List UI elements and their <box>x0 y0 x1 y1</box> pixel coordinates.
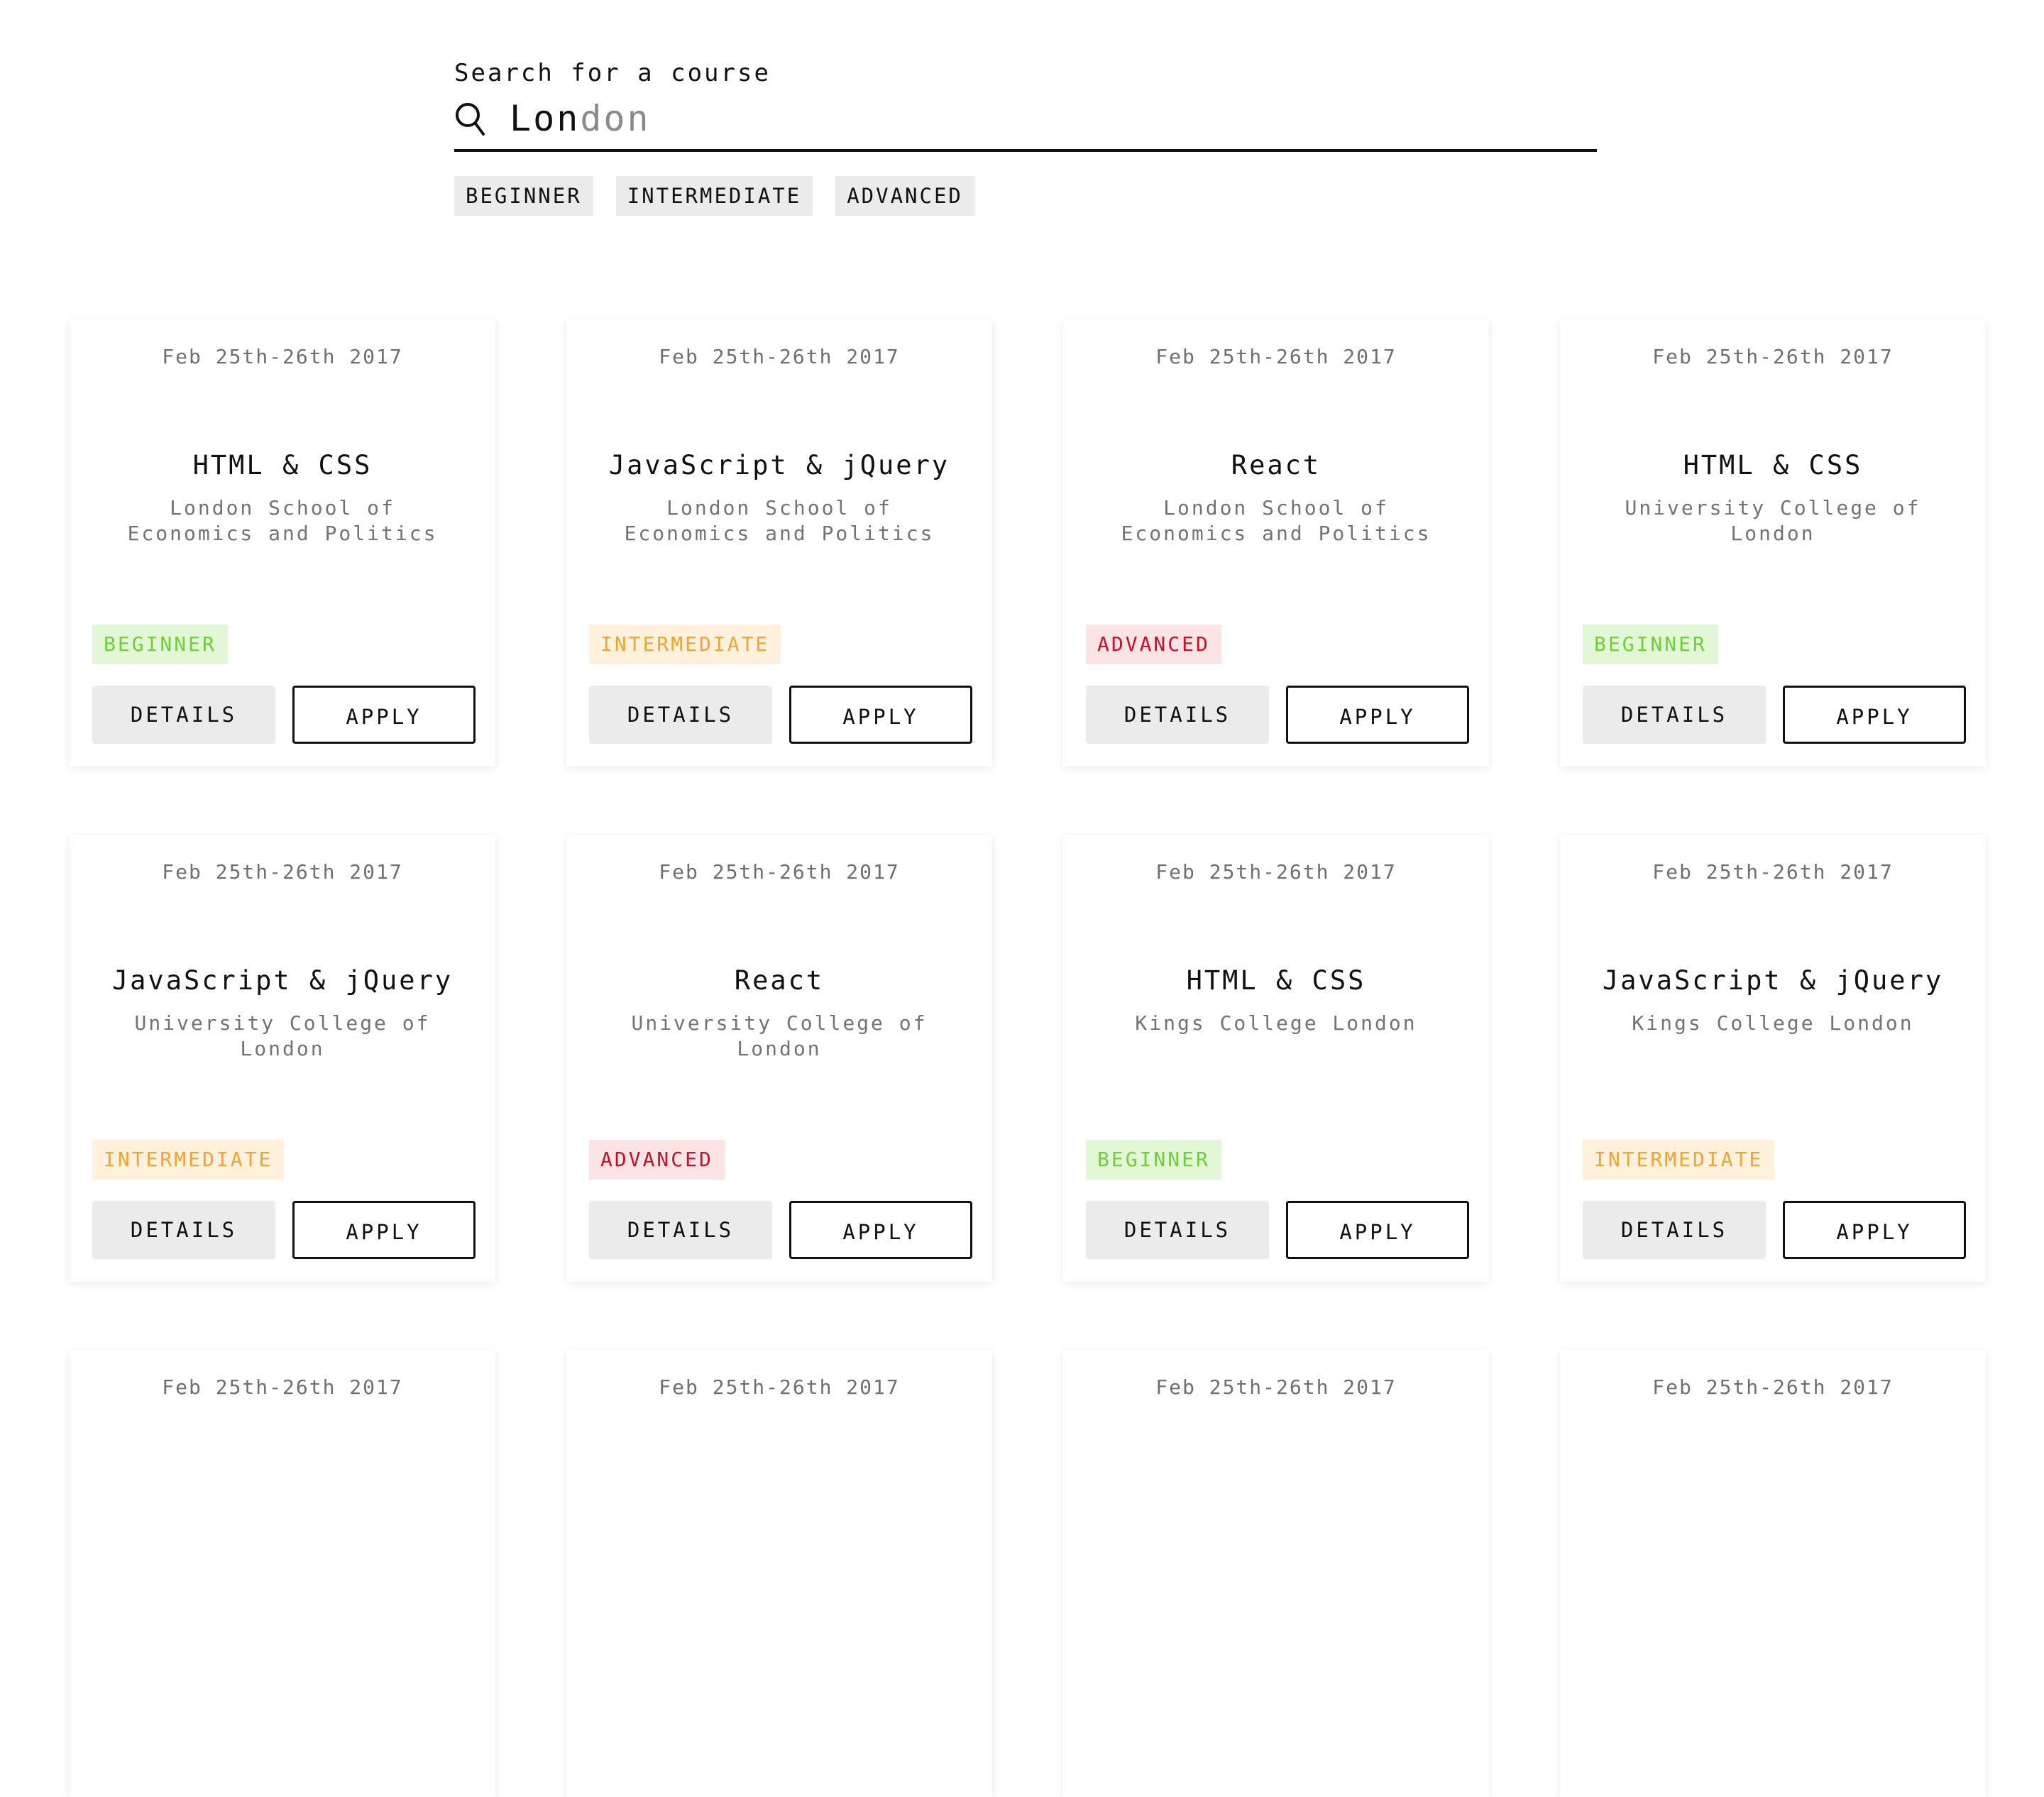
course-grid: Feb 25th-26th 2017 HTML & CSS London Schoo… <box>70 319 1986 1797</box>
course-school: University College of London <box>631 1011 928 1060</box>
course-card: Feb 25th-26th 2017 <box>70 1350 495 1797</box>
search-typed-text: Lon <box>510 98 581 139</box>
apply-button[interactable]: APPLY <box>292 1201 476 1259</box>
apply-button[interactable]: APPLY <box>789 686 972 744</box>
level-filters: BEGINNER INTERMEDIATE ADVANCED <box>454 176 1597 216</box>
course-card: Feb 25th-26th 2017 HTML & CSS London Schoo… <box>70 319 495 766</box>
level-badge: ADVANCED <box>589 1140 725 1180</box>
search-autocomplete-suggestion: don <box>580 98 651 139</box>
course-title: React <box>1231 450 1322 480</box>
details-button[interactable]: DETAILS <box>589 686 772 744</box>
course-search: Search for a course London BEGINNER INTE… <box>454 55 1597 216</box>
course-date: Feb 25th-26th 2017 <box>1155 860 1397 884</box>
course-title: React <box>734 965 825 996</box>
apply-button[interactable]: APPLY <box>789 1201 972 1259</box>
course-date: Feb 25th-26th 2017 <box>1652 345 1894 368</box>
details-button[interactable]: DETAILS <box>1086 1201 1269 1259</box>
filter-intermediate[interactable]: INTERMEDIATE <box>615 176 813 216</box>
apply-button[interactable]: APPLY <box>1286 1201 1469 1259</box>
course-title: HTML & CSS <box>1186 965 1366 996</box>
course-school: Kings College London <box>1632 1011 1914 1035</box>
course-card: Feb 25th-26th 2017 <box>1063 1350 1489 1797</box>
course-date: Feb 25th-26th 2017 <box>1155 345 1397 368</box>
search-icon <box>454 101 485 138</box>
filter-beginner[interactable]: BEGINNER <box>454 176 593 216</box>
apply-button[interactable]: APPLY <box>1286 686 1469 744</box>
search-input[interactable]: London <box>510 91 651 146</box>
apply-button[interactable]: APPLY <box>1783 1201 1966 1259</box>
course-card: Feb 25th-26th 2017 JavaScript & jQuery Kin… <box>1560 835 1986 1282</box>
level-badge: BEGINNER <box>1086 1140 1221 1180</box>
course-date: Feb 25th-26th 2017 <box>659 1375 900 1399</box>
level-badge: INTERMEDIATE <box>589 625 781 664</box>
course-card: Feb 25th-26th 2017 HTML & CSS University C… <box>1560 319 1986 766</box>
course-card: Feb 25th-26th 2017 <box>1560 1350 1986 1797</box>
course-card: Feb 25th-26th 2017 HTML & CSS Kings Colleg… <box>1063 835 1489 1282</box>
course-card: Feb 25th-26th 2017 JavaScript & jQuery Uni… <box>70 835 495 1282</box>
course-school: University College of London <box>134 1011 431 1060</box>
course-date: Feb 25th-26th 2017 <box>659 345 900 368</box>
level-badge: BEGINNER <box>1583 625 1718 664</box>
search-field[interactable]: London <box>454 91 1597 152</box>
course-date: Feb 25th-26th 2017 <box>1155 1375 1397 1399</box>
apply-button[interactable]: APPLY <box>292 686 476 744</box>
course-school: London School of Economics and Politics <box>127 496 438 545</box>
filter-advanced[interactable]: ADVANCED <box>835 176 974 216</box>
details-button[interactable]: DETAILS <box>92 686 275 744</box>
course-card: Feb 25th-26th 2017 <box>566 1350 992 1797</box>
details-button[interactable]: DETAILS <box>92 1201 275 1259</box>
course-card: Feb 25th-26th 2017 React University Colleg… <box>566 835 992 1282</box>
course-title: JavaScript & jQuery <box>608 450 950 480</box>
details-button[interactable]: DETAILS <box>1086 686 1269 744</box>
course-date: Feb 25th-26th 2017 <box>162 345 403 368</box>
course-title: JavaScript & jQuery <box>111 965 454 996</box>
apply-button[interactable]: APPLY <box>1783 686 1966 744</box>
level-badge: INTERMEDIATE <box>92 1140 285 1180</box>
course-school: London School of Economics and Politics <box>624 496 935 545</box>
details-button[interactable]: DETAILS <box>589 1201 772 1259</box>
details-button[interactable]: DETAILS <box>1583 686 1766 744</box>
course-date: Feb 25th-26th 2017 <box>162 1375 403 1399</box>
search-label: Search for a course <box>454 59 771 87</box>
course-date: Feb 25th-26th 2017 <box>1652 1375 1894 1399</box>
course-title: HTML & CSS <box>1683 450 1863 480</box>
level-badge: BEGINNER <box>92 625 228 664</box>
level-badge: INTERMEDIATE <box>1583 1140 1775 1180</box>
course-date: Feb 25th-26th 2017 <box>1652 860 1894 884</box>
course-school: University College of London <box>1625 496 1921 545</box>
course-card: Feb 25th-26th 2017 React London School of … <box>1063 319 1489 766</box>
level-badge: ADVANCED <box>1086 625 1221 664</box>
course-date: Feb 25th-26th 2017 <box>659 860 900 884</box>
details-button[interactable]: DETAILS <box>1583 1201 1766 1259</box>
course-date: Feb 25th-26th 2017 <box>162 860 403 884</box>
course-card: Feb 25th-26th 2017 JavaScript & jQuery Lon… <box>566 319 992 766</box>
course-school: Kings College London <box>1135 1011 1417 1035</box>
course-title: JavaScript & jQuery <box>1602 965 1944 996</box>
course-school: London School of Economics and Politics <box>1121 496 1432 545</box>
course-title: HTML & CSS <box>192 450 373 480</box>
